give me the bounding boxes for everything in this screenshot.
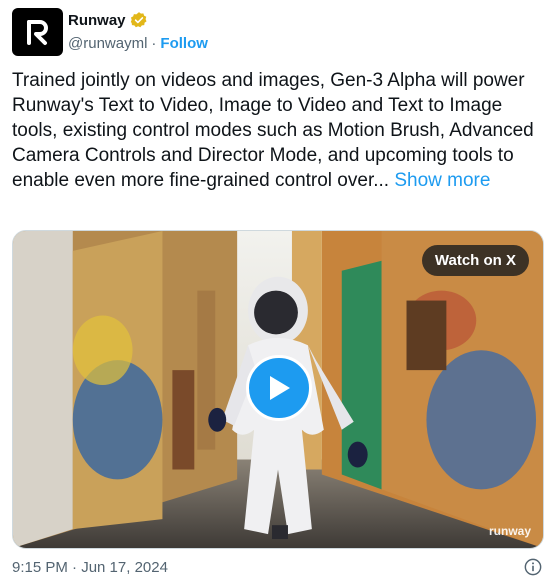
- show-more-link[interactable]: Show more: [394, 170, 490, 191]
- verified-badge-icon: [130, 12, 147, 28]
- author-handle-row: @runwayml · Follow: [68, 35, 208, 52]
- author-handle[interactable]: @runwayml: [68, 35, 147, 52]
- runway-logo-icon: [26, 20, 48, 45]
- follow-button[interactable]: Follow: [160, 35, 208, 52]
- tweet-text: Trained jointly on videos and images, Ge…: [12, 68, 542, 193]
- author-name[interactable]: Runway: [68, 12, 126, 29]
- separator-dot: ·: [151, 35, 157, 52]
- play-button[interactable]: [246, 355, 312, 421]
- video-watermark: runway: [488, 524, 531, 538]
- play-icon: [270, 376, 290, 400]
- watch-on-x-button[interactable]: Watch on X: [421, 245, 529, 276]
- info-icon[interactable]: [524, 558, 542, 576]
- tweet-timestamp[interactable]: 9:15 PM · Jun 17, 2024: [12, 559, 168, 576]
- avatar[interactable]: [12, 8, 63, 56]
- author-name-row: Runway: [68, 11, 148, 29]
- video-player[interactable]: Watch on X runway: [12, 230, 544, 549]
